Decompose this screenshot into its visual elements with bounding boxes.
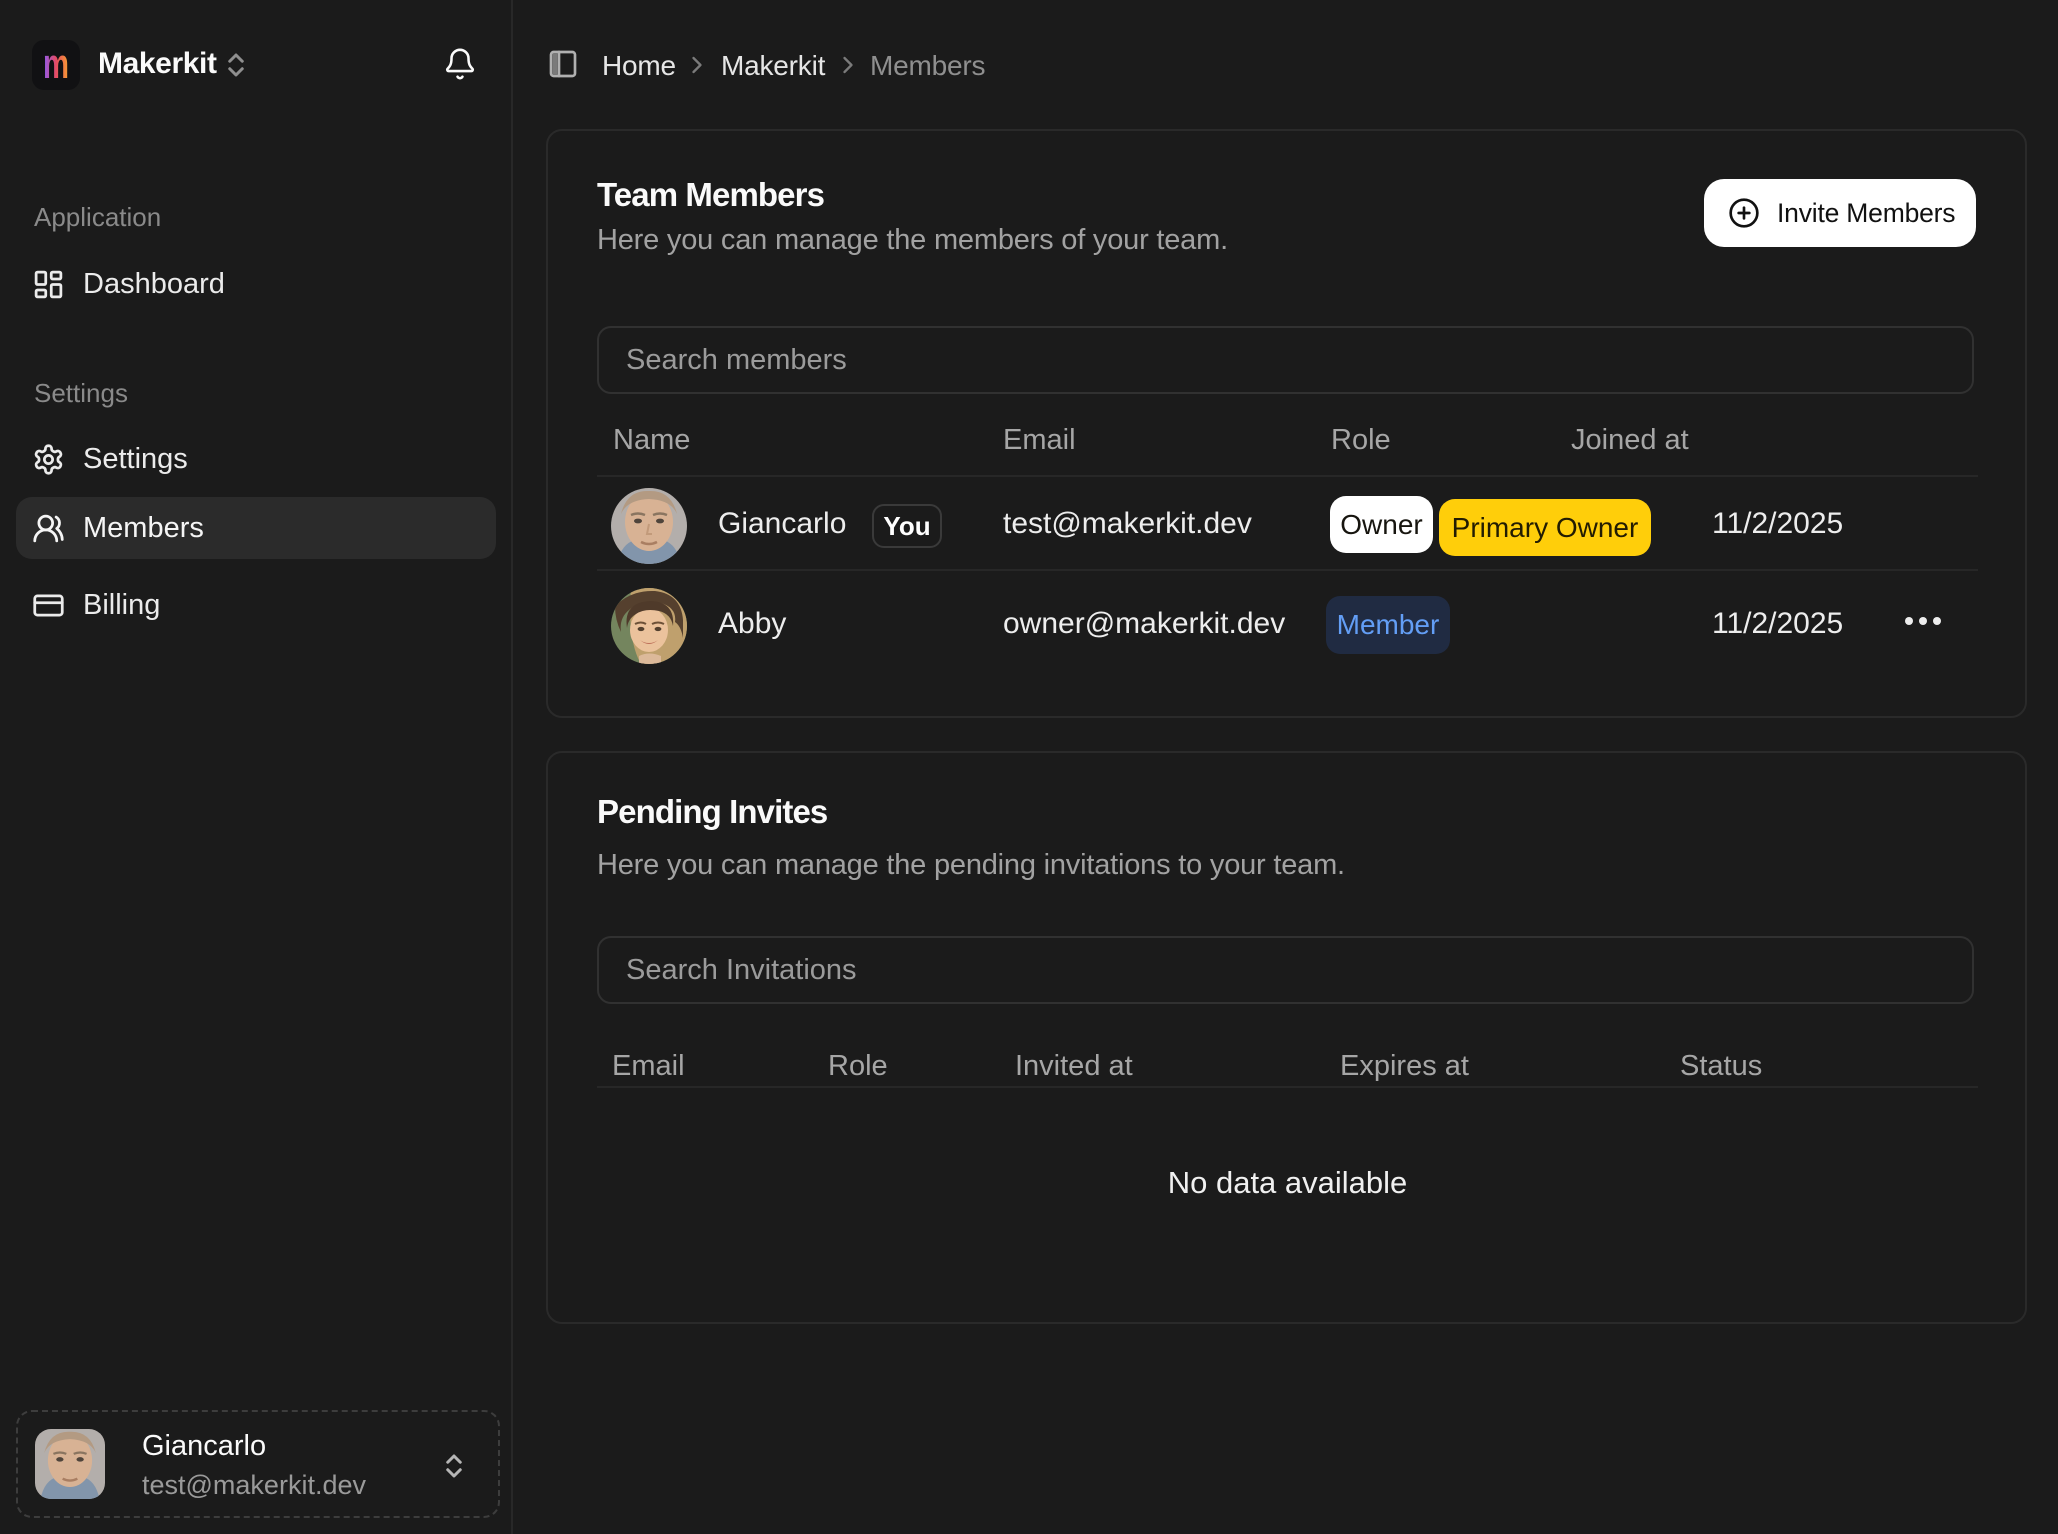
svg-text:m: m — [43, 40, 69, 87]
